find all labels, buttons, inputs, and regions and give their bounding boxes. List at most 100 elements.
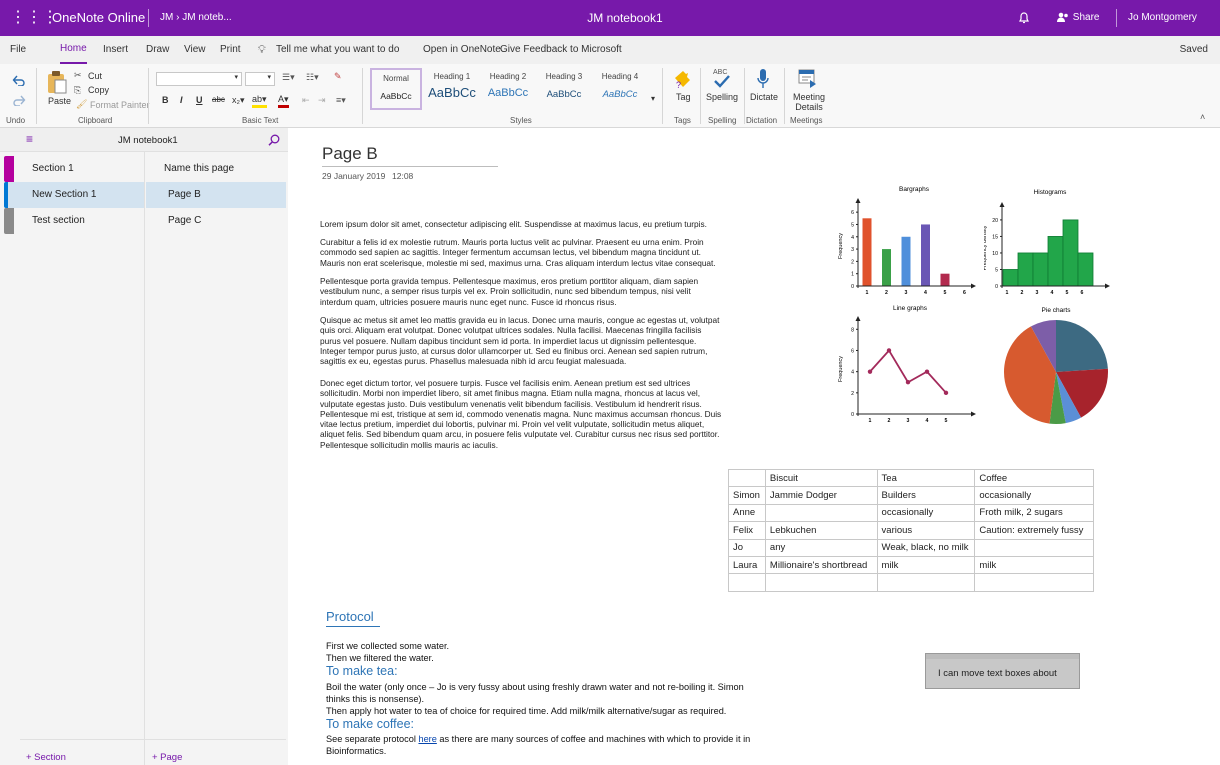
feedback-link[interactable]: Give Feedback to Microsoft — [500, 36, 622, 64]
styles-more-icon[interactable]: ▾ — [651, 94, 655, 103]
page-title[interactable]: Page B — [322, 144, 378, 164]
tab-view[interactable]: View — [184, 36, 206, 64]
collapse-ribbon-icon[interactable]: ˄ — [1200, 112, 1205, 122]
bold-icon[interactable]: B — [162, 95, 169, 105]
indent-icon[interactable]: ⇥ — [318, 95, 326, 106]
page-canvas[interactable]: Page B 29 January 2019 12:08 Lorem ipsum… — [288, 128, 1220, 765]
table-cell[interactable]: any — [764, 538, 878, 557]
table-cell[interactable]: occasionally — [876, 503, 976, 523]
highlight-icon[interactable]: ab▾ — [252, 94, 267, 108]
paragraph[interactable]: Quisque ac metus sit amet leo mattis gra… — [320, 315, 770, 366]
table-cell[interactable] — [764, 503, 878, 523]
page-item-name-this-page[interactable]: Name this page — [146, 156, 286, 182]
table-cell[interactable]: Caution: extremely fussy — [974, 521, 1094, 540]
open-in-onenote-link[interactable]: Open in OneNote — [423, 36, 501, 64]
coffee-heading[interactable]: To make coffee: — [326, 717, 414, 731]
protocol-text[interactable]: Then apply hot water to tea of choice fo… — [326, 706, 726, 718]
add-section-button[interactable]: + Section — [26, 752, 66, 763]
style-heading-1[interactable]: Heading 1 AaBbCc — [426, 68, 478, 110]
protocol-text[interactable]: Boil the water (only once – Jo is very f… — [326, 682, 744, 694]
table-cell[interactable]: Jo — [728, 538, 766, 557]
protocol-text[interactable]: See separate protocol here as there are … — [326, 734, 750, 746]
protocol-text[interactable]: Then we filtered the water. — [326, 653, 434, 665]
meeting-details-button[interactable]: Meeting Details — [792, 92, 826, 112]
table-cell[interactable] — [974, 538, 1094, 557]
page-item-page-b[interactable]: Page B — [146, 182, 286, 208]
table-cell[interactable]: Millionaire's shortbread — [764, 555, 878, 575]
tab-draw[interactable]: Draw — [146, 36, 169, 64]
style-heading-2[interactable]: Heading 2 AaBbCc — [482, 68, 534, 110]
table-cell[interactable]: Lebkuchen — [764, 521, 878, 540]
table-cell[interactable]: Felix — [728, 521, 766, 540]
table-cell[interactable]: various — [876, 521, 976, 540]
section-item-new-section-1[interactable]: New Section 1 — [8, 182, 144, 208]
paragraph[interactable]: Lorem ipsum dolor sit amet, consectetur … — [320, 219, 770, 229]
clear-format-icon[interactable]: ✎ — [334, 71, 342, 82]
align-icon[interactable]: ≡▾ — [336, 95, 346, 106]
protocol-text[interactable]: Bioinformatics. — [326, 746, 386, 758]
table-cell[interactable]: Froth milk, 2 sugars — [974, 503, 1094, 523]
tab-home[interactable]: Home — [60, 36, 87, 64]
table-cell[interactable]: Simon — [728, 486, 766, 505]
paste-button[interactable]: Paste — [48, 96, 71, 106]
table-cell[interactable]: Weak, black, no milk — [876, 538, 976, 557]
font-color-icon[interactable]: A▾ — [278, 94, 289, 108]
underline-icon[interactable]: U — [196, 95, 203, 105]
paragraph[interactable]: Curabitur a felis id ex molestie rutrum.… — [320, 237, 770, 268]
protocol-heading[interactable]: Protocol — [326, 609, 374, 624]
style-heading-4[interactable]: Heading 4 AaBbCc — [594, 68, 646, 110]
table-cell[interactable] — [728, 468, 766, 488]
redo-icon[interactable] — [12, 94, 26, 106]
text-box[interactable]: I can move text boxes about — [925, 653, 1080, 689]
tab-print[interactable]: Print — [220, 36, 241, 64]
strikethrough-icon[interactable]: abc — [212, 95, 225, 104]
table-cell[interactable]: Biscuit — [764, 468, 878, 488]
preferences-table[interactable]: Biscuit Tea Coffee Simon Jammie Dodger Builde… — [728, 468, 1094, 592]
section-item-test-section[interactable]: Test section — [8, 208, 144, 234]
chart-histograms[interactable]: Histograms 0 5 10 15 20 1 2 3 4 5 6 Frequency densit… — [984, 186, 1114, 298]
table-cell[interactable] — [728, 573, 766, 592]
table-cell[interactable] — [876, 573, 976, 592]
user-name[interactable]: Jo Montgomery — [1128, 0, 1197, 36]
copy-button[interactable]: Copy — [88, 85, 109, 95]
search-icon[interactable] — [268, 134, 280, 146]
tab-insert[interactable]: Insert — [103, 36, 128, 64]
format-painter-button[interactable]: Format Painter — [90, 100, 150, 110]
subscript-icon[interactable]: x₂▾ — [232, 95, 245, 106]
table-cell[interactable]: Anne — [728, 503, 766, 523]
paste-icon[interactable] — [46, 70, 68, 94]
app-name[interactable]: OneNote Online — [52, 0, 145, 36]
undo-icon[interactable] — [12, 74, 26, 86]
breadcrumb[interactable]: JM › JM noteb... — [160, 0, 232, 36]
page-item-page-c[interactable]: Page C — [146, 208, 286, 234]
table-cell[interactable]: Coffee — [974, 468, 1094, 488]
hamburger-icon[interactable]: ≡ — [26, 132, 33, 146]
tab-file[interactable]: File — [10, 36, 26, 64]
tag-button[interactable]: Tag — [676, 92, 691, 102]
numbering-icon[interactable]: ☷▾ — [306, 72, 319, 83]
tea-heading[interactable]: To make tea: — [326, 664, 398, 678]
outdent-icon[interactable]: ⇤ — [302, 95, 310, 106]
font-name-select[interactable]: ▾ — [156, 72, 242, 86]
share-button[interactable]: Share — [1056, 0, 1099, 36]
bullets-icon[interactable]: ☰▾ — [282, 72, 295, 83]
chart-bargraphs[interactable]: Bargraphs 0 1 2 3 4 5 6 1 2 3 4 5 6 Frequency — [834, 183, 984, 298]
tell-me-input[interactable]: Tell me what you want to do — [276, 36, 399, 64]
italic-icon[interactable]: I — [180, 95, 183, 105]
table-cell[interactable]: milk — [974, 555, 1094, 575]
protocol-text[interactable]: First we collected some water. — [326, 641, 449, 653]
style-heading-3[interactable]: Heading 3 AaBbCc — [538, 68, 590, 110]
table-cell[interactable] — [974, 573, 1094, 592]
table-cell[interactable]: Builders — [876, 486, 976, 505]
notebook-name[interactable]: JM notebook1 — [118, 135, 178, 146]
protocol-link[interactable]: here — [418, 734, 436, 744]
cut-button[interactable]: Cut — [88, 71, 102, 81]
table-cell[interactable]: occasionally — [974, 486, 1094, 505]
table-cell[interactable]: Laura — [728, 555, 766, 575]
paragraph[interactable]: Pellentesque porta gravida tempus. Pelle… — [320, 276, 770, 307]
bell-icon[interactable] — [1014, 0, 1034, 36]
protocol-text[interactable]: thinks this is nonsense). — [326, 694, 424, 706]
table-cell[interactable] — [764, 573, 878, 592]
section-item-section-1[interactable]: Section 1 — [8, 156, 144, 182]
drag-handle[interactable] — [926, 654, 1079, 659]
